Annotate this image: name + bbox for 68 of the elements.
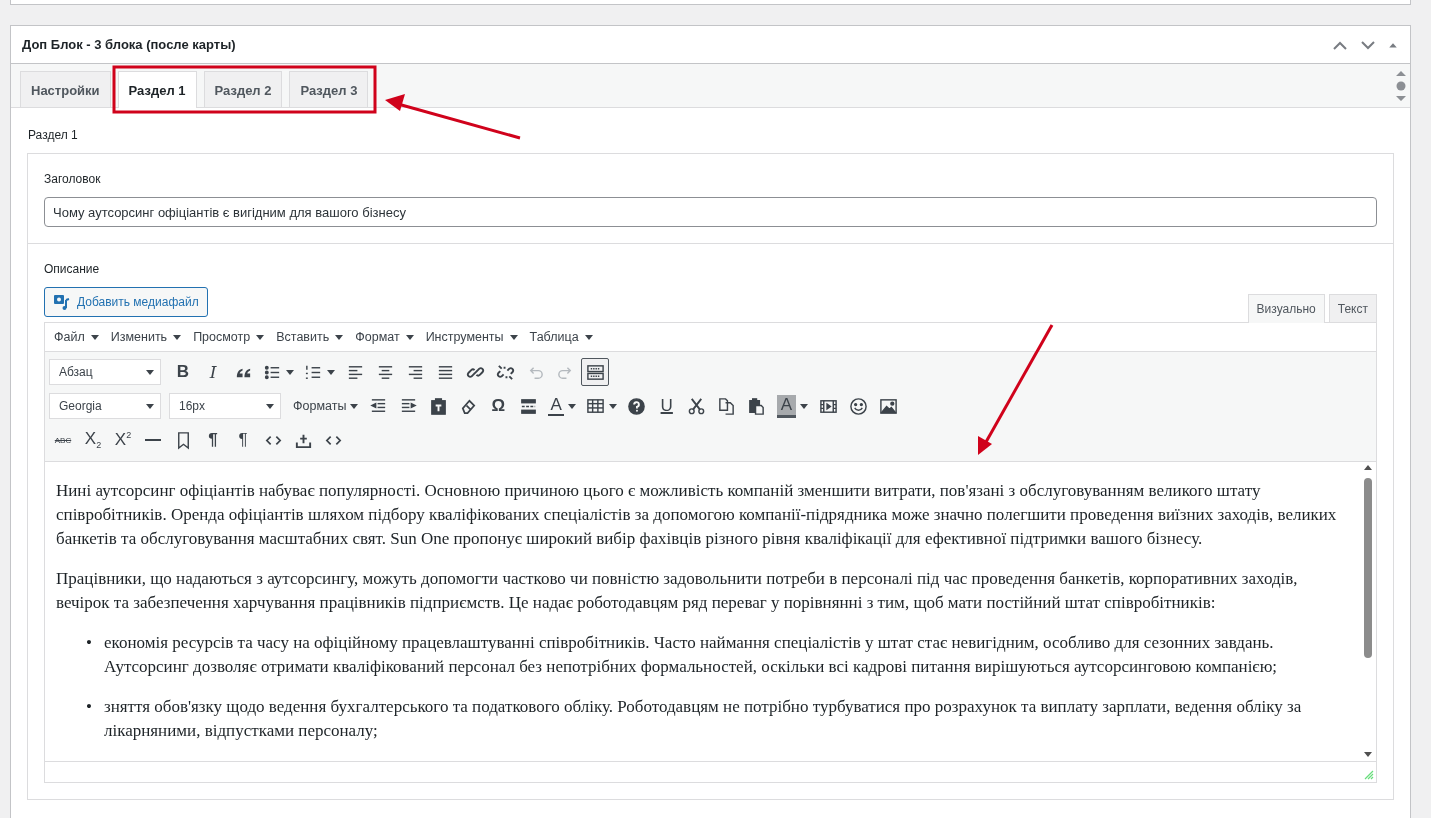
dropdown-select[interactable]: Абзац xyxy=(49,359,161,385)
paragraph: Працівники, що надаються з аутсорсингу, можуть допомогти частково чи повністю задовольнити потреби в персоналі під час проведення банкетів, корпоративних заходів, вечірок та забезпечення харчування працівників підприємств. Це надає роботодавцям ряд переваг у порівнянні з тим, щоб мати постійний штат співробітників: xyxy=(56,568,1299,614)
read-more-icon xyxy=(518,396,538,416)
format-button[interactable]: Ω xyxy=(484,392,513,420)
format-button[interactable]: A xyxy=(772,392,813,420)
format-button[interactable]: X$^{2}$ xyxy=(109,426,137,454)
resize-grip-icon[interactable] xyxy=(1364,770,1374,780)
format-button[interactable]: X$_{2}$ xyxy=(79,426,107,454)
list-item: зняття обов'язку щодо ведення бухгалтерського та податкового обліку. Роботодавцям не потрібно турбуватися про розрахунок та виплату зарплати, ведення обліку за лікарняними, відпустками персоналу; xyxy=(103,696,1303,742)
format-button[interactable]: U xyxy=(652,392,681,420)
add-media-button[interactable]: Добавить медиафайл xyxy=(44,287,208,317)
format-button[interactable]: ABC xyxy=(49,426,77,454)
formats-menu[interactable]: Форматы xyxy=(289,392,363,420)
tab[interactable]: Раздел 1 xyxy=(117,71,197,108)
caret-icon xyxy=(256,334,265,340)
menu-item[interactable]: Изменить xyxy=(105,326,187,348)
caret-icon xyxy=(350,403,359,409)
caret-icon xyxy=(509,334,518,340)
format-button[interactable]: I xyxy=(199,358,227,386)
caret-icon xyxy=(90,334,99,340)
menu-item[interactable]: Формат xyxy=(350,326,419,348)
panel-title: Доп Блок - 3 блока (после карты) xyxy=(22,37,237,52)
editor-mode-tab[interactable]: Текст xyxy=(1328,294,1377,322)
paste-icon xyxy=(747,396,767,416)
paragraph: Нині аутсорсинг офіціантів набуває популярності. Основною причиною цього є можливість компаній зменшити витрати, пов'язані з обслуговуванням великого штату співробітників. Оренда офіціантів шляхом підбору кваліфікованих спеціалістів за допомогою компанії-підрядника може значно полегшити проведення виїзних заходів, великих банкетів та обслуговування масштабних свят. Sun One пропонує широкий вибір фахівців різного рівня кваліфікації для ефективної підтримки вашого бізнесу. xyxy=(56,480,1338,550)
dropdown-select[interactable]: 16px xyxy=(169,393,281,419)
dropdown-select[interactable]: Georgia xyxy=(49,393,161,419)
menu-item[interactable]: Вставить xyxy=(271,326,349,348)
field-label: Заголовок xyxy=(44,172,102,186)
menu-item[interactable]: Просмотр xyxy=(188,326,270,348)
section-title: Раздел 1 xyxy=(28,128,79,142)
help-icon xyxy=(627,396,647,416)
media-icon xyxy=(53,293,71,311)
format-button[interactable]: ¶ xyxy=(199,426,227,454)
toolbar-button[interactable] xyxy=(581,358,609,386)
menu-item[interactable]: Инструменты xyxy=(420,326,523,348)
format-button[interactable]: ¶ xyxy=(229,426,257,454)
horizontal-line-icon xyxy=(145,438,161,442)
image-icon xyxy=(878,396,898,416)
format-button[interactable]: A xyxy=(544,392,580,420)
field-label: Описание xyxy=(44,262,101,276)
heading-input[interactable]: Чому аутсорсинг офіціантів є вигідним для вашого бізнесу xyxy=(44,197,1377,227)
tab[interactable]: Раздел 2 xyxy=(203,71,283,107)
chevron-down-icon[interactable] xyxy=(1360,38,1376,51)
caret-icon xyxy=(584,334,593,340)
tab[interactable]: Раздел 3 xyxy=(289,71,369,107)
caret-icon xyxy=(266,403,274,409)
caret-icon xyxy=(146,369,154,375)
menu-item[interactable]: Файл xyxy=(49,326,104,348)
caret-icon xyxy=(335,334,344,340)
list-item: економія ресурсів та часу на офіційному працевлаштуванні співробітників. Часто наймання спеціалістів у штат стає невигідним, особливо для сезонних завдань. Аутсорсинг дозволяє отримати кваліфікований персонал без непотрібних формальностей, оскільки всі кадрові питання вирішуються аутсорсинговою компанією; xyxy=(103,632,1279,678)
editor-mode-tab[interactable]: Визуально xyxy=(1247,294,1325,323)
caret-icon xyxy=(405,334,414,340)
bullet: • xyxy=(86,632,92,654)
caret-icon xyxy=(146,403,154,409)
bullet: • xyxy=(86,696,92,718)
tab[interactable]: Настройки xyxy=(20,71,111,107)
smiley-icon xyxy=(848,396,868,416)
unlink-icon xyxy=(495,362,515,382)
caret-icon xyxy=(173,334,182,340)
menu-item[interactable]: Таблица xyxy=(524,326,598,348)
format-button[interactable]: B xyxy=(169,358,197,386)
scissors-icon xyxy=(687,396,707,416)
tab-scroll-control[interactable] xyxy=(1394,68,1408,104)
copy-icon xyxy=(717,396,737,416)
toolbar-toggle-icon xyxy=(585,362,605,382)
clipboard-icon xyxy=(428,396,448,416)
table-icon xyxy=(585,396,605,416)
